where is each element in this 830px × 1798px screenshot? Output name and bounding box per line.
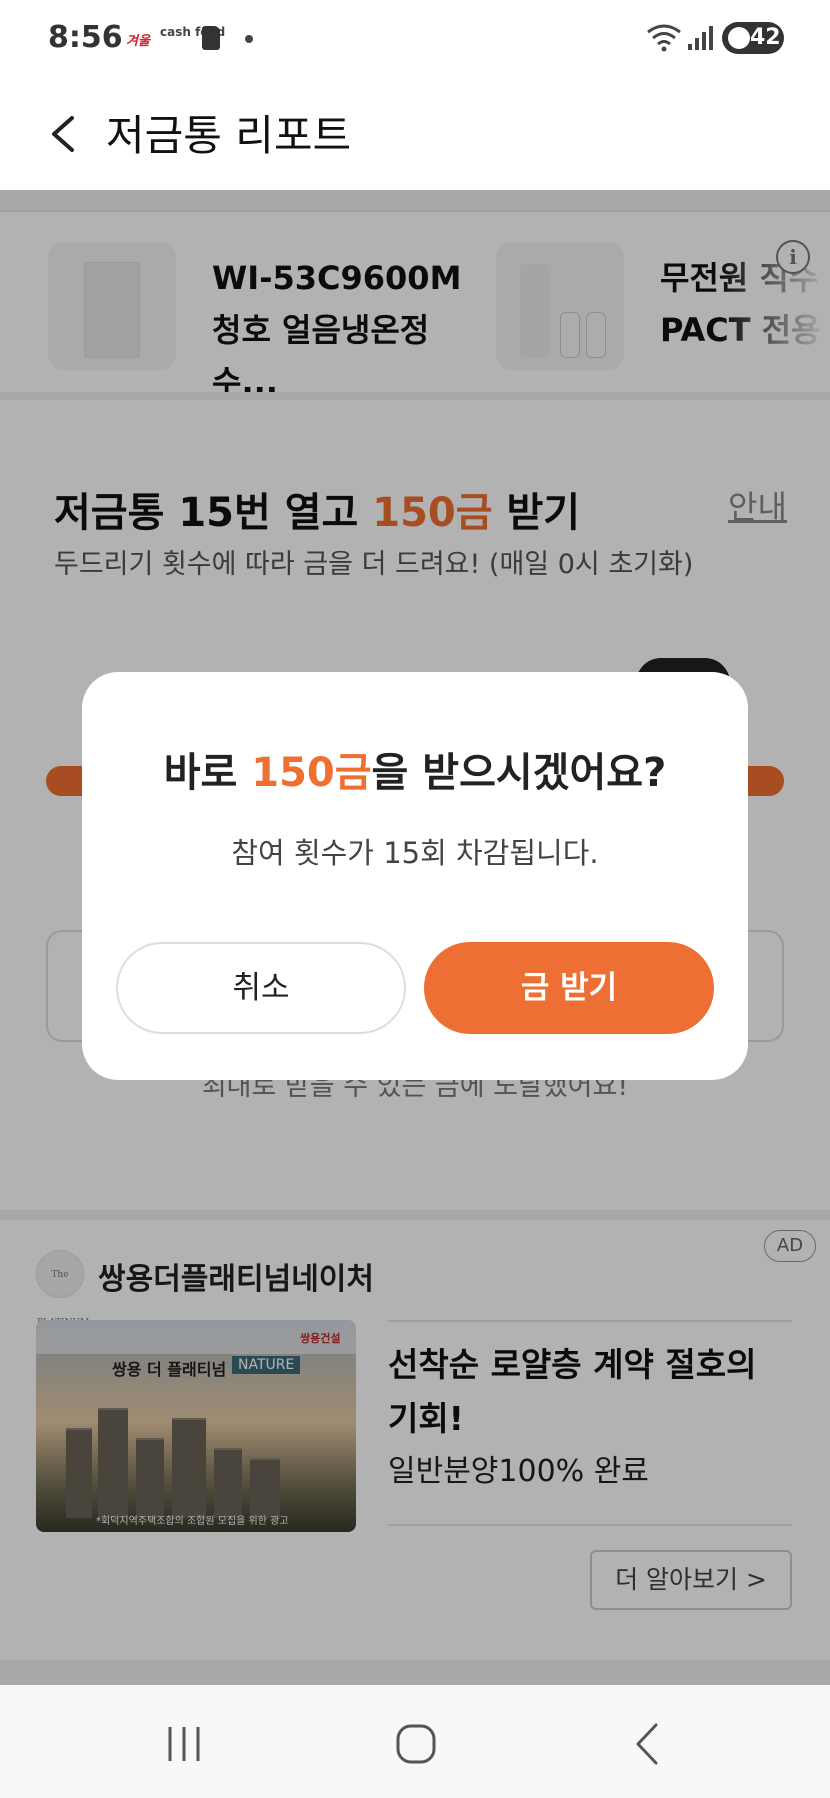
page-title: 저금통 리포트: [106, 111, 352, 160]
battery-level: 42: [750, 25, 781, 50]
receive-gold-button[interactable]: 금 받기: [424, 942, 714, 1034]
recent-apps-icon[interactable]: [154, 1719, 214, 1769]
app-notification-icon: 겨울: [126, 34, 150, 49]
cancel-button[interactable]: 취소: [116, 942, 406, 1034]
wifi-icon: [647, 24, 681, 52]
nav-back-icon[interactable]: [618, 1719, 678, 1769]
dialog-title-reward: 150금: [251, 750, 372, 796]
more-notifications-dot-icon: [245, 35, 253, 43]
back-arrow-icon[interactable]: [40, 106, 96, 162]
battery-leaf-icon: [728, 27, 750, 49]
battery-icon: 42: [722, 22, 784, 54]
status-time: 8:56: [48, 20, 123, 55]
dialog-title-prefix: 바로: [163, 750, 252, 796]
dialog-title-suffix: 을 받으시겠어요?: [371, 750, 667, 796]
dialog-title: 바로 150금을 받으시겠어요?: [82, 740, 748, 798]
system-nav-bar: [0, 1685, 830, 1798]
notification-icon: [202, 26, 220, 50]
dialog-message: 참여 횟수가 15회 차감됩니다.: [231, 836, 599, 870]
home-icon[interactable]: [386, 1719, 446, 1769]
signal-icon: [688, 26, 713, 50]
app-header: 저금통 리포트: [0, 78, 830, 190]
status-bar: 8:56 겨울 cash feed 42: [0, 0, 830, 78]
confirm-dialog: 바로 150금을 받으시겠어요? 참여 횟수가 15회 차감됩니다. 취소 금 …: [82, 672, 748, 1080]
